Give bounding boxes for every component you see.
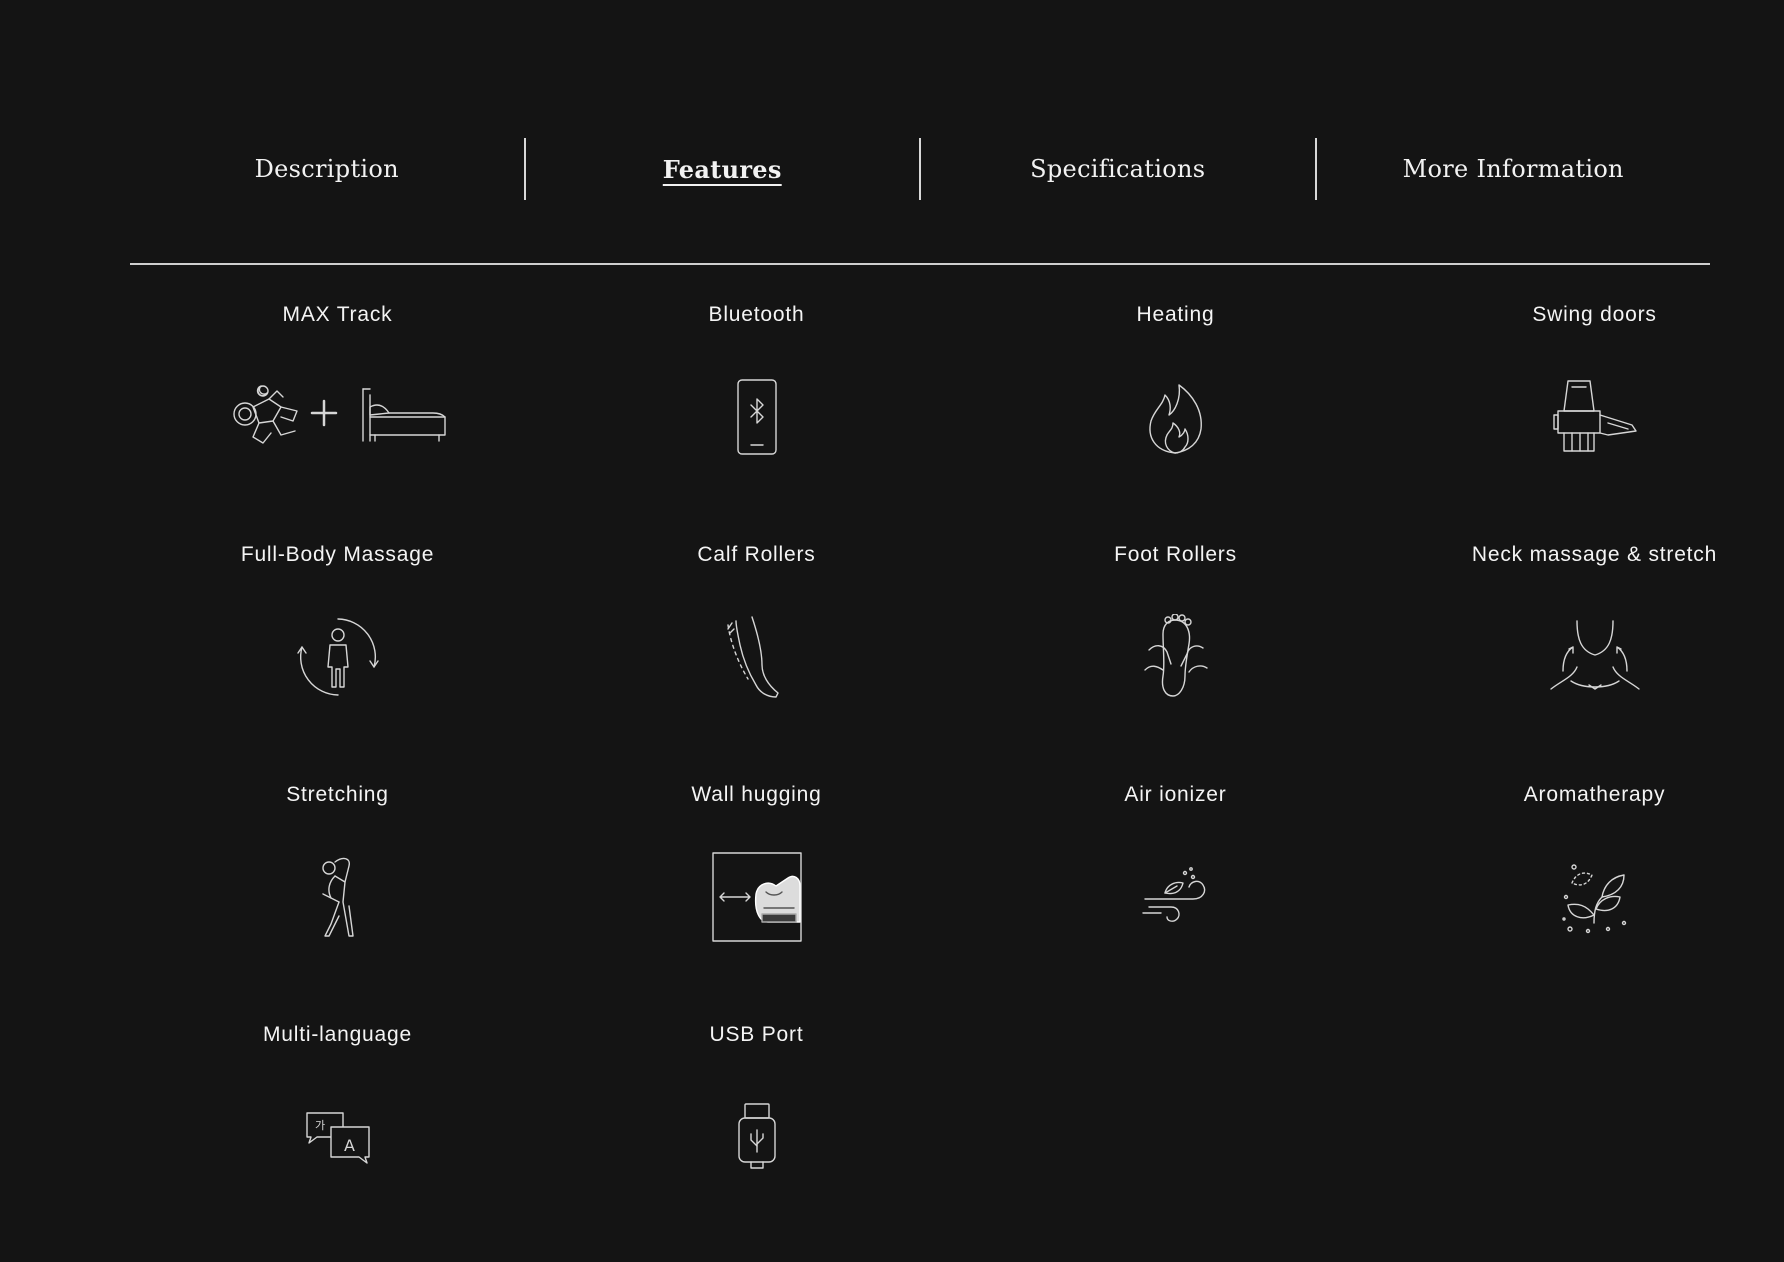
feature-label: Calf Rollers bbox=[697, 543, 816, 566]
feature-heating: Heating bbox=[966, 300, 1385, 540]
feature-usb-port: USB Port bbox=[547, 1020, 966, 1260]
feature-stretching: Stretching bbox=[128, 780, 547, 1020]
feature-foot-rollers: Foot Rollers bbox=[966, 540, 1385, 780]
feature-label: MAX Track bbox=[282, 303, 393, 326]
feature-label: Heating bbox=[1136, 303, 1215, 326]
person-stretch-icon bbox=[313, 852, 363, 942]
feature-air-ionizer: Air ionizer bbox=[966, 780, 1385, 1020]
feature-label: Wall hugging bbox=[691, 783, 822, 806]
tab-more-information[interactable]: More Information bbox=[1314, 138, 1711, 200]
feature-wall-hugging: Wall hugging bbox=[547, 780, 966, 1020]
svg-text:A: A bbox=[344, 1136, 355, 1155]
leg-icon bbox=[722, 612, 792, 702]
feature-multi-language: Multi-language 가 A bbox=[128, 1020, 547, 1260]
astronaut-plus-bed-icon bbox=[223, 372, 453, 462]
tabs-divider bbox=[130, 263, 1710, 265]
wind-leaf-icon bbox=[1141, 852, 1211, 942]
feature-label: USB Port bbox=[709, 1023, 804, 1046]
feature-label: Aromatherapy bbox=[1523, 783, 1666, 806]
feature-tabs: Description Features Specifications More… bbox=[130, 138, 1710, 200]
svg-text:가: 가 bbox=[315, 1119, 325, 1132]
leaves-icon bbox=[1558, 852, 1632, 942]
feature-swing-doors: Swing doors bbox=[1385, 300, 1784, 540]
massage-chair-door-icon bbox=[1550, 372, 1640, 462]
feature-aromatherapy: Aromatherapy bbox=[1385, 780, 1784, 1020]
feature-full-body-massage: Full-Body Massage bbox=[128, 540, 547, 780]
chair-wall-arrow-icon bbox=[711, 852, 802, 942]
feature-label: Swing doors bbox=[1532, 303, 1657, 326]
feature-label: Foot Rollers bbox=[1114, 543, 1237, 566]
bluetooth-phone-icon bbox=[735, 372, 779, 462]
tab-description[interactable]: Description bbox=[130, 138, 524, 200]
speech-bubbles-icon: 가 A bbox=[303, 1092, 373, 1182]
foot-hands-icon bbox=[1141, 612, 1211, 702]
flame-icon bbox=[1141, 372, 1211, 462]
tab-specifications[interactable]: Specifications bbox=[919, 138, 1315, 200]
feature-label: Air ionizer bbox=[1124, 783, 1227, 806]
feature-bluetooth: Bluetooth bbox=[547, 300, 966, 540]
person-rotate-icon bbox=[296, 612, 380, 702]
feature-label: Multi-language bbox=[263, 1023, 412, 1046]
feature-label: Neck massage & stretch bbox=[1471, 543, 1718, 566]
feature-calf-rollers: Calf Rollers bbox=[547, 540, 966, 780]
neck-arrows-icon bbox=[1549, 612, 1641, 702]
feature-neck-massage: Neck massage & stretch bbox=[1385, 540, 1784, 780]
feature-label: Bluetooth bbox=[708, 303, 805, 326]
tab-features[interactable]: Features bbox=[523, 138, 920, 200]
feature-label: Full-Body Massage bbox=[240, 543, 435, 566]
features-grid: MAX Track Bluetooth Heating Swing doors … bbox=[128, 300, 1784, 1260]
feature-max-track: MAX Track bbox=[128, 300, 547, 540]
usb-icon bbox=[735, 1092, 779, 1182]
feature-label: Stretching bbox=[286, 783, 389, 806]
